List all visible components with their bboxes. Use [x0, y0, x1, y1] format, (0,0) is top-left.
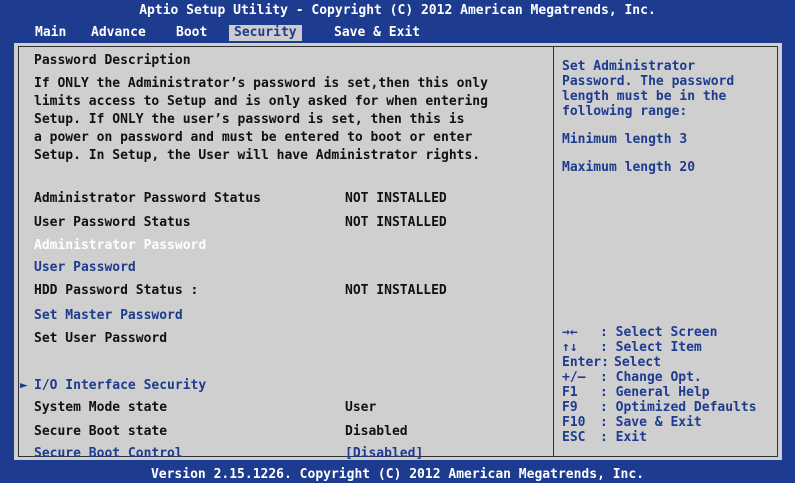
arrow-left-right-icon: →←: [562, 325, 578, 340]
description-heading: Password Description: [34, 53, 191, 68]
key-name: Enter:: [562, 355, 609, 370]
set-user-password-label: Set User Password: [34, 331, 168, 346]
user-password-status-value: NOT INSTALLED: [345, 215, 447, 230]
help-min-length: Minimum length 3: [562, 132, 688, 147]
key-name: ESC: [562, 430, 586, 445]
admin-password-status-value: NOT INSTALLED: [345, 191, 447, 206]
administrator-password-label[interactable]: Administrator Password: [34, 237, 206, 255]
user-password-status-label: User Password Status: [34, 215, 191, 230]
key-desc: : Exit: [600, 430, 647, 445]
key-legend-row: F9 : Optimized Defaults: [562, 400, 782, 415]
arrow-up-down-icon: ↑↓: [562, 340, 578, 355]
key-desc: Select: [614, 355, 661, 370]
io-interface-security-label[interactable]: I/O Interface Security: [34, 377, 206, 395]
menu-bar: Main Advance Boot Security Save & Exit: [0, 22, 795, 42]
user-password-label[interactable]: User Password: [34, 259, 136, 277]
key-legend-row: +/— : Change Opt.: [562, 370, 782, 385]
key-legend-row: ↑↓ : Select Item: [562, 340, 782, 355]
help-line: following range:: [562, 104, 688, 119]
tab-save-exit[interactable]: Save & Exit: [329, 25, 425, 41]
description-text: If ONLY the Administrator’s password is …: [34, 76, 488, 163]
key-legend-row: F1 : General Help: [562, 385, 782, 400]
hdd-password-status-label: HDD Password Status :: [34, 283, 199, 298]
key-name: F1: [562, 385, 578, 400]
key-legend: →← : Select Screen ↑↓ : Select Item Enter:…: [562, 325, 782, 445]
key-name: F10: [562, 415, 586, 430]
key-desc: : Select Screen: [600, 325, 718, 340]
tab-advance[interactable]: Advance: [86, 25, 151, 41]
help-max-length: Maximum length 20: [562, 160, 696, 175]
key-desc: : Optimized Defaults: [600, 400, 757, 415]
help-line: length must be in the: [562, 89, 727, 104]
tab-security[interactable]: Security: [229, 25, 302, 41]
key-legend-row: ESC : Exit: [562, 430, 782, 445]
hdd-password-status-value: NOT INSTALLED: [345, 283, 447, 298]
key-desc: : Save & Exit: [600, 415, 702, 430]
key-name: +/—: [562, 370, 586, 385]
system-mode-value: User: [345, 400, 377, 415]
help-line: Password. The password: [562, 74, 735, 89]
admin-password-status-label: Administrator Password Status: [34, 191, 261, 206]
title-bar: Aptio Setup Utility - Copyright (C) 2012…: [139, 3, 656, 18]
key-desc: : General Help: [600, 385, 710, 400]
main-panel: Password Description If ONLY the Adminis…: [14, 43, 782, 463]
set-master-password-label[interactable]: Set Master Password: [34, 307, 183, 325]
secure-boot-control-value[interactable]: [Disabled]: [345, 445, 423, 463]
key-desc: : Change Opt.: [600, 370, 702, 385]
help-line: Set Administrator: [562, 59, 696, 74]
help-pane: Set Administrator Password. The password…: [562, 59, 772, 175]
system-mode-label: System Mode state: [34, 400, 168, 415]
key-legend-row: F10 : Save & Exit: [562, 415, 782, 430]
secure-boot-state-value: Disabled: [345, 424, 408, 439]
submenu-arrow-icon: ►: [20, 378, 28, 393]
key-legend-row: →← : Select Screen: [562, 325, 782, 340]
secure-boot-control-label[interactable]: Secure Boot Control: [34, 445, 183, 463]
pane-divider: [553, 47, 554, 456]
tab-boot[interactable]: Boot: [171, 25, 212, 41]
key-legend-row: Enter: Select: [562, 355, 782, 370]
tab-main[interactable]: Main: [30, 25, 71, 41]
key-name: F9: [562, 400, 578, 415]
version-footer: Version 2.15.1226. Copyright (C) 2012 Am…: [150, 467, 645, 482]
secure-boot-state-label: Secure Boot state: [34, 424, 168, 439]
key-desc: : Select Item: [600, 340, 702, 355]
